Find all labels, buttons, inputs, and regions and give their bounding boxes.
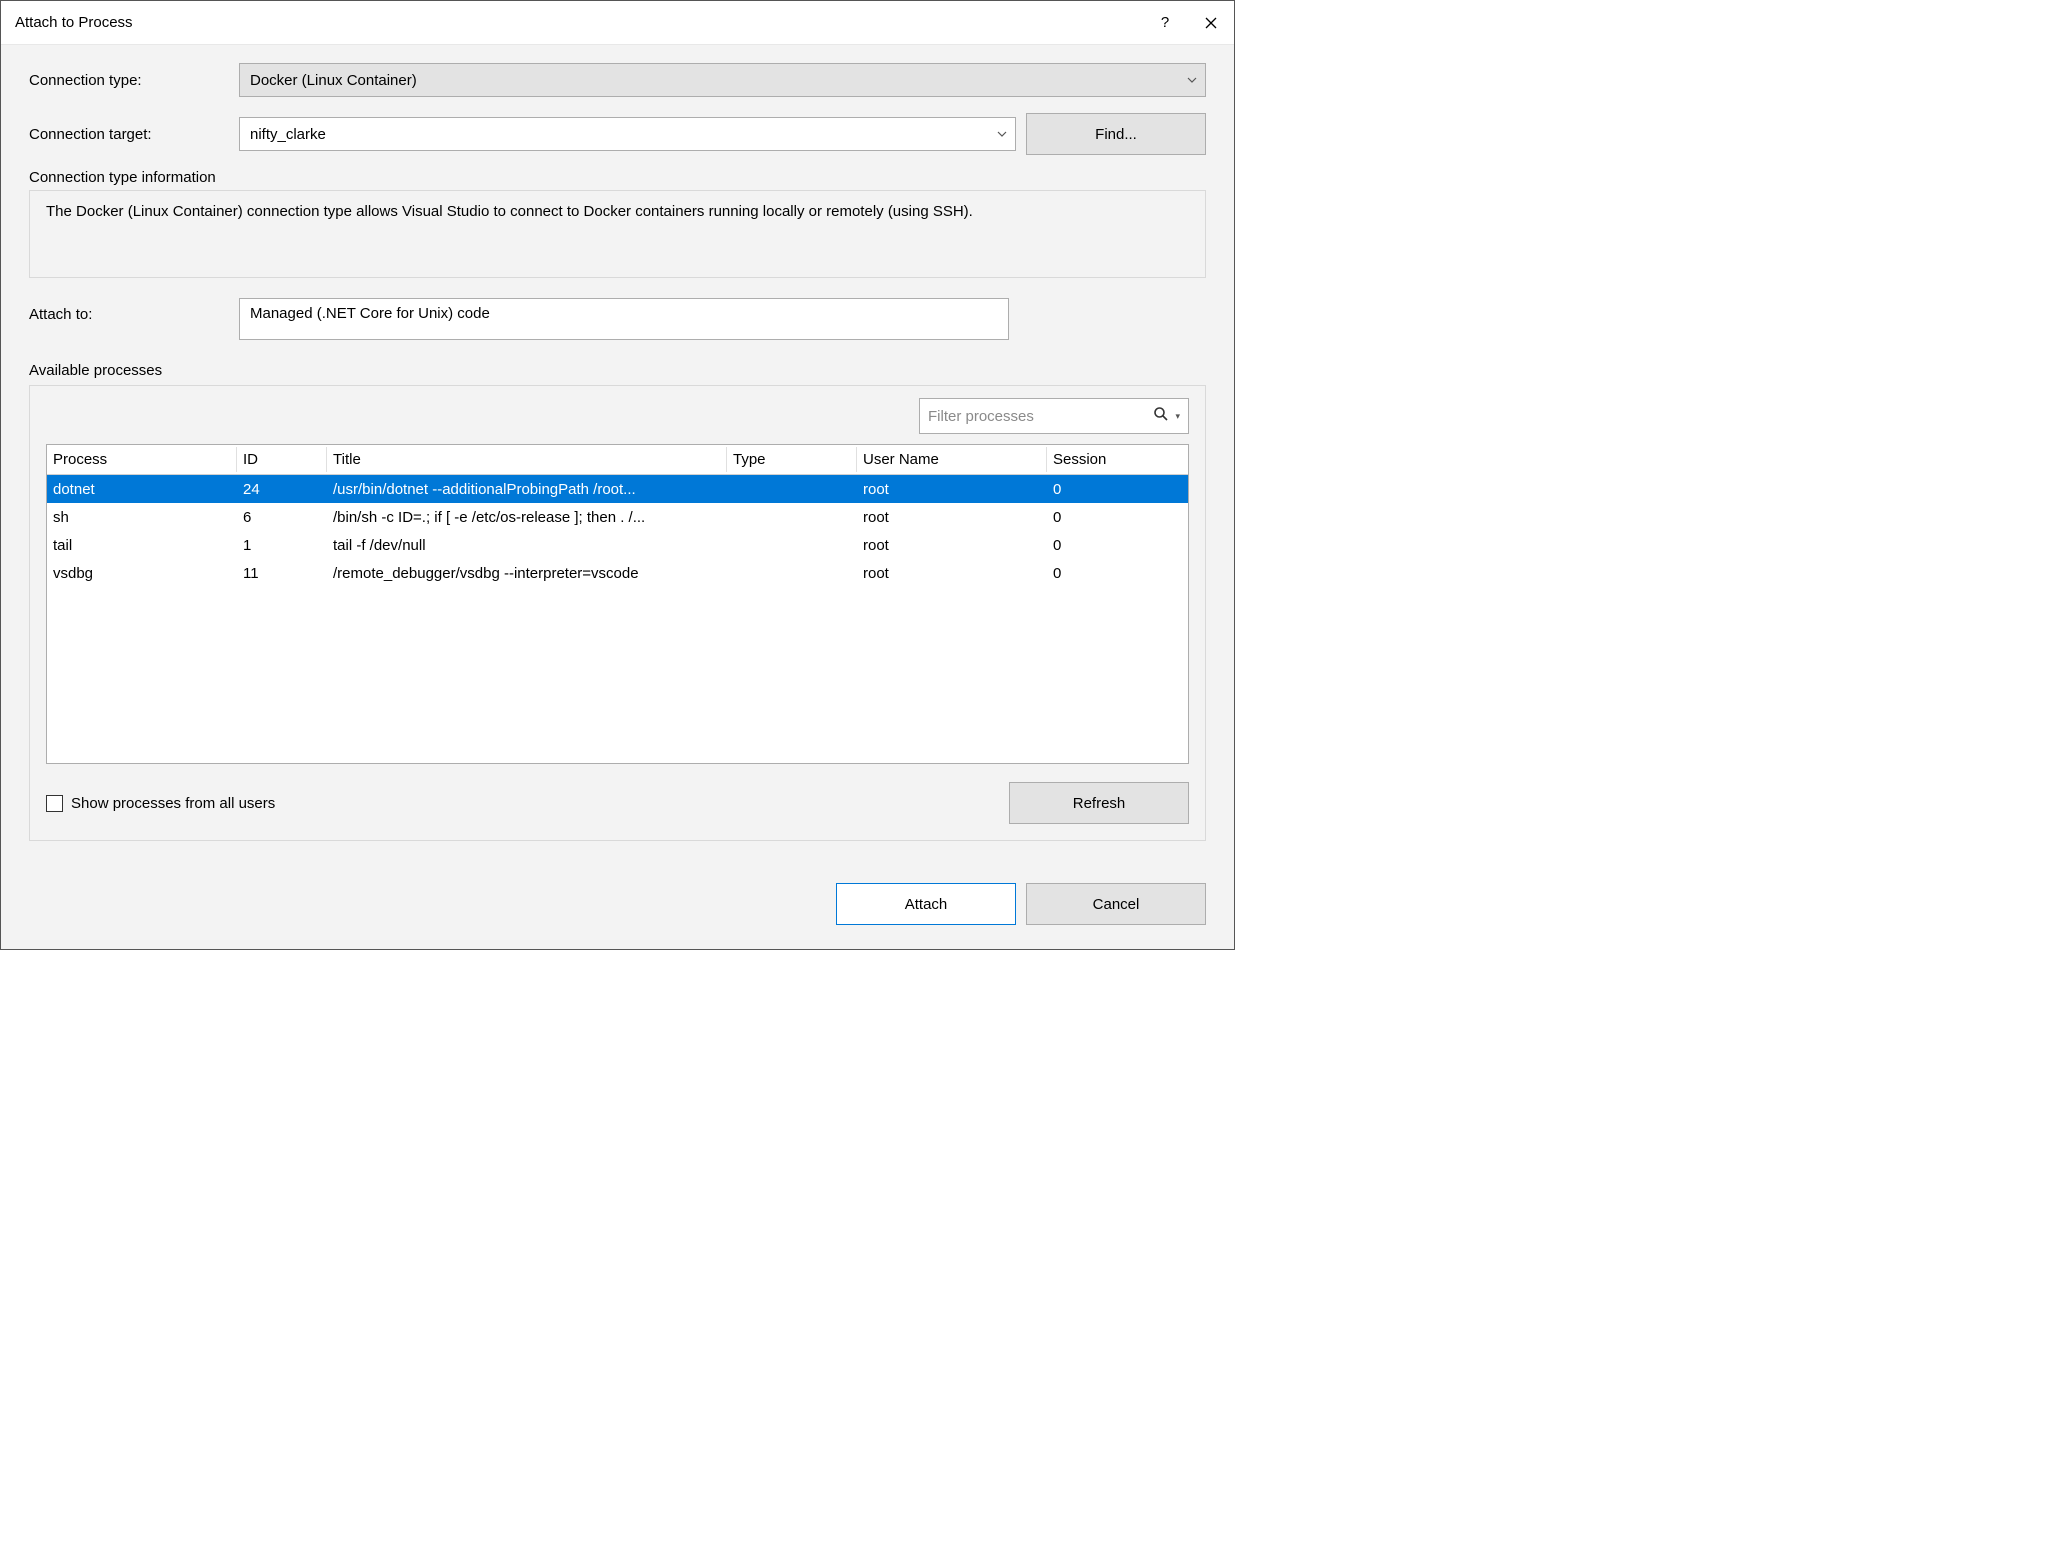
cell-process: sh: [47, 507, 237, 528]
search-icon: [1153, 406, 1169, 426]
cell-type: [727, 543, 857, 547]
cell-title: /usr/bin/dotnet --additionalProbingPath …: [327, 479, 727, 500]
attach-to-process-dialog: Attach to Process ? Connection type: Doc…: [0, 0, 1235, 950]
connection-target-label: Connection target:: [29, 126, 239, 143]
cell-title: /bin/sh -c ID=.; if [ -e /etc/os-release…: [327, 507, 727, 528]
processes-panel: ▾ Process ID Title Type User Name Sessio…: [29, 385, 1206, 841]
connection-type-label: Connection type:: [29, 72, 239, 89]
cell-type: [727, 571, 857, 575]
cancel-button[interactable]: Cancel: [1026, 883, 1206, 925]
connection-type-value: Docker (Linux Container): [250, 72, 417, 89]
chevron-down-icon: [1187, 74, 1197, 86]
cell-user: root: [857, 535, 1047, 556]
content-area: Connection type: Docker (Linux Container…: [1, 45, 1234, 865]
col-session[interactable]: Session: [1047, 447, 1188, 472]
table-row[interactable]: sh6/bin/sh -c ID=.; if [ -e /etc/os-rele…: [47, 503, 1188, 531]
show-all-users-label: Show processes from all users: [71, 795, 275, 812]
available-processes-label: Available processes: [29, 362, 1206, 379]
cell-id: 6: [237, 507, 327, 528]
chevron-down-icon[interactable]: ▾: [1175, 411, 1180, 422]
dialog-title: Attach to Process: [15, 14, 1142, 31]
connection-target-value: nifty_clarke: [250, 126, 326, 143]
grid-header[interactable]: Process ID Title Type User Name Session: [47, 445, 1188, 475]
cell-session: 0: [1047, 563, 1188, 584]
table-row[interactable]: tail1tail -f /dev/null root0: [47, 531, 1188, 559]
col-process[interactable]: Process: [47, 447, 237, 472]
connection-info-body: The Docker (Linux Container) connection …: [29, 190, 1206, 278]
cell-id: 11: [237, 563, 327, 584]
cell-session: 0: [1047, 535, 1188, 556]
filter-input[interactable]: [928, 408, 1149, 425]
col-title[interactable]: Title: [327, 447, 727, 472]
refresh-button[interactable]: Refresh: [1009, 782, 1189, 824]
cell-process: dotnet: [47, 479, 237, 500]
cell-session: 0: [1047, 479, 1188, 500]
cell-user: root: [857, 507, 1047, 528]
titlebar: Attach to Process ?: [1, 1, 1234, 45]
cell-process: tail: [47, 535, 237, 556]
cell-user: root: [857, 479, 1047, 500]
close-icon: [1205, 17, 1217, 29]
cell-type: [727, 487, 857, 491]
cell-id: 24: [237, 479, 327, 500]
help-button[interactable]: ?: [1142, 1, 1188, 45]
cell-title: /remote_debugger/vsdbg --interpreter=vsc…: [327, 563, 727, 584]
dialog-actions: Attach Cancel: [1, 865, 1234, 925]
col-user[interactable]: User Name: [857, 447, 1047, 472]
attach-to-value: Managed (.NET Core for Unix) code: [239, 298, 1009, 340]
find-button[interactable]: Find...: [1026, 113, 1206, 155]
cell-id: 1: [237, 535, 327, 556]
table-row[interactable]: dotnet24/usr/bin/dotnet --additionalProb…: [47, 475, 1188, 503]
connection-target-dropdown[interactable]: nifty_clarke: [239, 117, 1016, 151]
connection-type-dropdown[interactable]: Docker (Linux Container): [239, 63, 1206, 97]
cell-title: tail -f /dev/null: [327, 535, 727, 556]
attach-to-label: Attach to:: [29, 298, 239, 323]
cell-type: [727, 515, 857, 519]
connection-info-title: Connection type information: [29, 169, 1206, 186]
filter-box[interactable]: ▾: [919, 398, 1189, 434]
col-type[interactable]: Type: [727, 447, 857, 472]
cell-user: root: [857, 563, 1047, 584]
chevron-down-icon: [997, 128, 1007, 140]
attach-button[interactable]: Attach: [836, 883, 1016, 925]
close-button[interactable]: [1188, 1, 1234, 45]
col-id[interactable]: ID: [237, 447, 327, 472]
checkbox-box[interactable]: [46, 795, 63, 812]
show-all-users-checkbox[interactable]: Show processes from all users: [46, 795, 275, 812]
cell-process: vsdbg: [47, 563, 237, 584]
table-row[interactable]: vsdbg11/remote_debugger/vsdbg --interpre…: [47, 559, 1188, 587]
cell-session: 0: [1047, 507, 1188, 528]
process-grid[interactable]: Process ID Title Type User Name Session …: [46, 444, 1189, 764]
